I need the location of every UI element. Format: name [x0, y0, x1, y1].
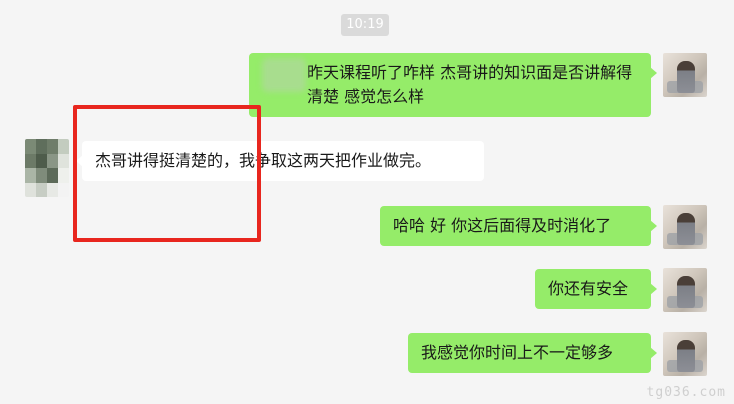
sent-message-bubble[interactable]: 哈哈 好 你这后面得及时消化了: [380, 206, 657, 246]
message-text: 我感觉你时间上不一定够多: [421, 343, 614, 362]
sent-message-bubble[interactable]: 你还有安全: [535, 269, 657, 309]
sent-message-bubble[interactable]: 我感觉你时间上不一定够多: [408, 333, 657, 373]
self-avatar[interactable]: [663, 205, 707, 249]
blurred-region: [262, 58, 306, 92]
self-avatar[interactable]: [663, 332, 707, 376]
self-avatar[interactable]: [663, 53, 707, 97]
sent-message-bubble[interactable]: 昨天课程听了咋样 杰哥讲的知识面是否讲解得清楚 感觉怎么样: [249, 53, 657, 117]
message-timestamp: 10:19: [341, 14, 389, 36]
contact-avatar[interactable]: [25, 139, 69, 197]
highlight-annotation-box: [73, 105, 261, 242]
watermark-text: tg036.com: [646, 385, 726, 400]
message-text: 昨天课程听了咋样 杰哥讲的知识面是否讲解得清楚 感觉怎么样: [307, 63, 633, 106]
message-text: 哈哈 好 你这后面得及时消化了: [393, 216, 612, 235]
message-text: 你还有安全: [548, 279, 629, 298]
self-avatar[interactable]: [663, 268, 707, 312]
